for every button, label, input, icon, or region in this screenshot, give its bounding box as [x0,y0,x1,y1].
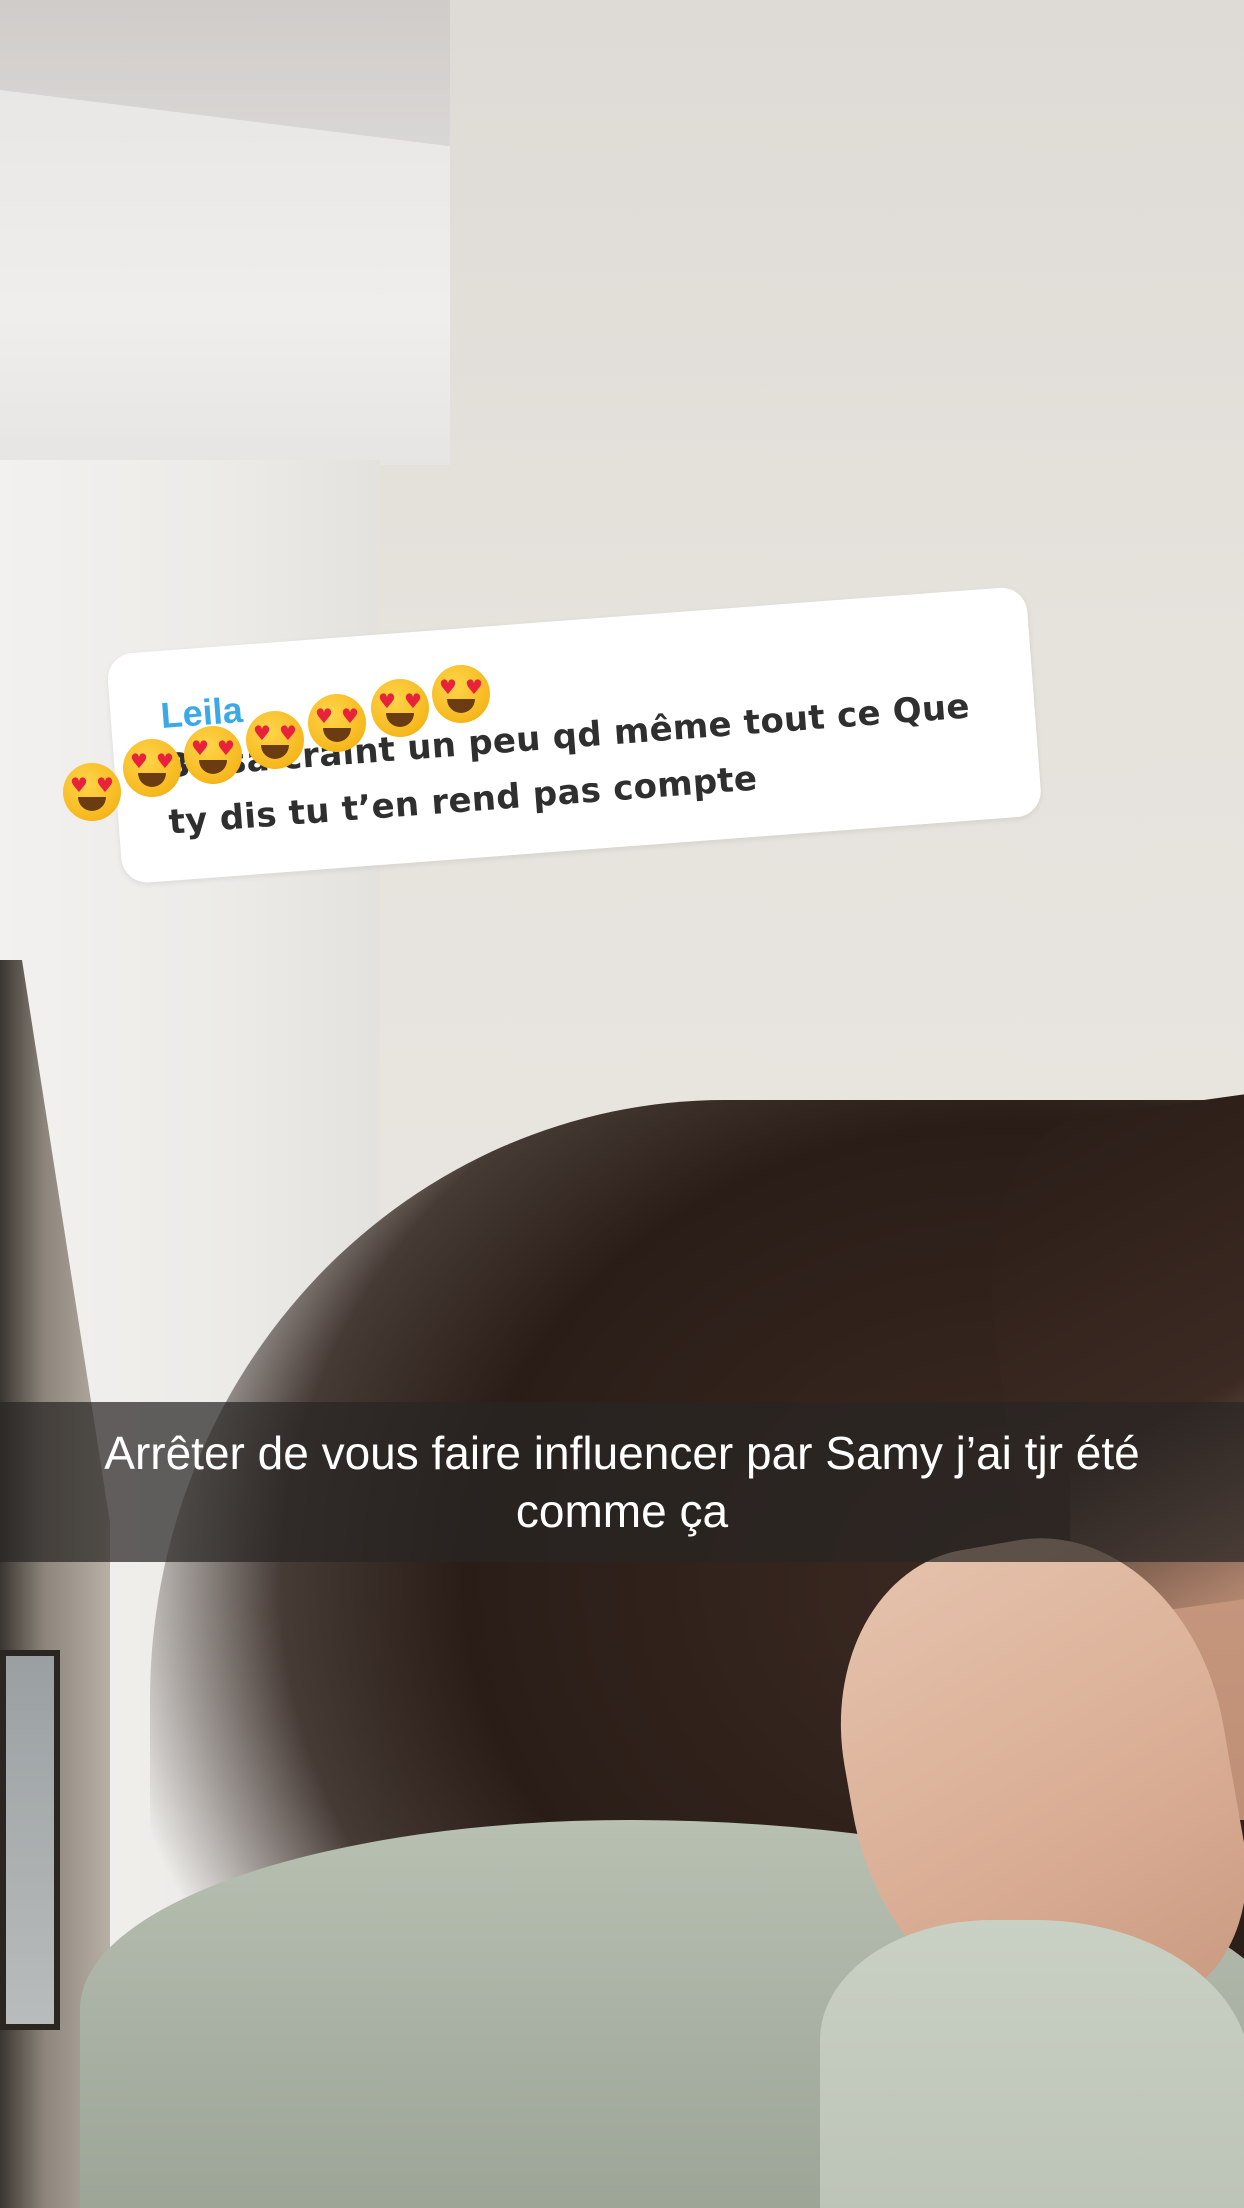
heart-eyes-emoji[interactable]: ♥ ♥ [431,664,491,724]
heart-eyes-emoji[interactable]: ♥ ♥ [62,762,122,822]
story-screen: Leila Ba sa craint un peu qd même tout c… [0,0,1244,2208]
background-door-glass [0,1650,60,2030]
heart-eyes-emoji[interactable]: ♥ ♥ [370,678,430,738]
heart-eyes-emoji[interactable]: ♥ ♥ [183,725,243,785]
caption-text: Arrêter de vous faire influencer par Sam… [104,1427,1140,1537]
heart-eyes-emoji[interactable]: ♥ ♥ [245,710,305,770]
heart-eyes-emoji[interactable]: ♥ ♥ [122,738,182,798]
heart-eyes-emoji[interactable]: ♥ ♥ [307,693,367,753]
background-shelf [0,90,450,465]
photo-person-sweater-cuff [820,1920,1244,2208]
caption-bar[interactable]: Arrêter de vous faire influencer par Sam… [0,1402,1244,1562]
